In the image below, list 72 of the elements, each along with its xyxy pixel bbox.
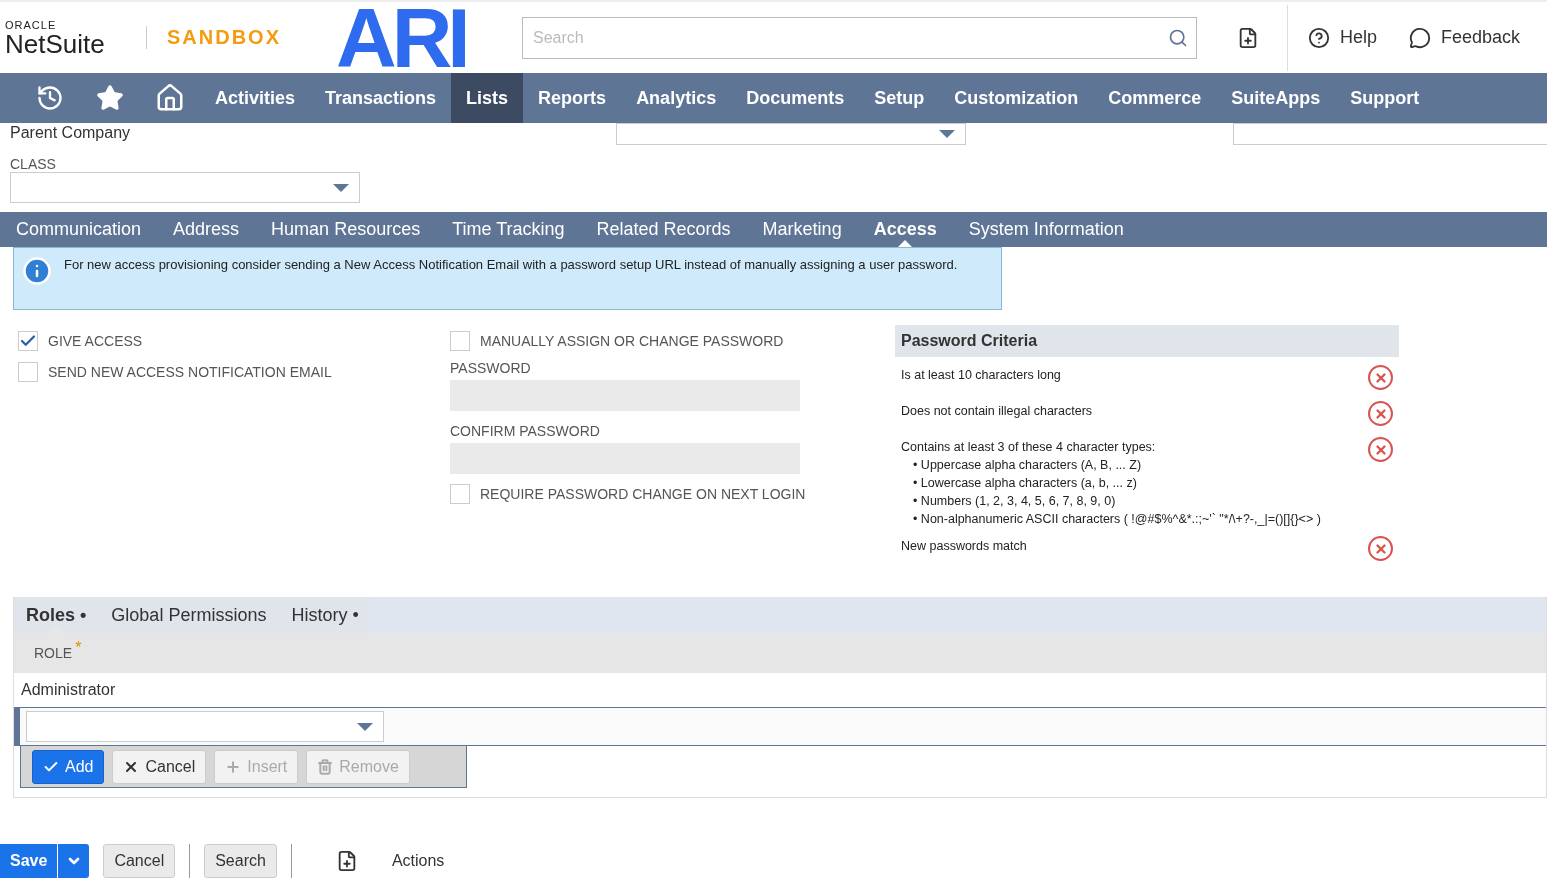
- criteria-text: New passwords match: [901, 539, 1027, 553]
- search-button[interactable]: Search: [204, 844, 277, 878]
- nav-item[interactable]: Documents: [731, 73, 860, 123]
- nav-item[interactable]: Setup: [859, 73, 940, 123]
- checkbox[interactable]: [450, 483, 470, 504]
- checkbox-label: REQUIRE PASSWORD CHANGE ON NEXT LOGIN: [480, 485, 806, 502]
- required-mark: *: [75, 639, 82, 657]
- checkbox-label: MANUALLY ASSIGN OR CHANGE PASSWORD: [480, 332, 784, 349]
- table-cell-text: Administrator: [20, 680, 117, 700]
- help-link[interactable]: Help: [1308, 26, 1378, 49]
- field-label: Parent Company: [10, 124, 132, 143]
- field-label: CLASS: [10, 156, 57, 172]
- criteria-title: Password Criteria: [895, 325, 1399, 357]
- tab[interactable]: Global Permissions: [111, 597, 267, 633]
- criteria-text: Contains at least 3 of these 4 character types:: [901, 440, 1156, 454]
- nav-item[interactable]: SuiteApps: [1216, 73, 1336, 123]
- checkbox-label: GIVE ACCESS: [48, 332, 143, 349]
- field-label: CONFIRM PASSWORD: [450, 423, 601, 439]
- star-icon[interactable]: [96, 84, 124, 112]
- subtab[interactable]: Human Resources: [271, 212, 421, 247]
- brand-name: NetSuite: [5, 30, 106, 57]
- nav-item[interactable]: Support: [1335, 73, 1435, 123]
- actions-menu[interactable]: Actions: [391, 852, 445, 870]
- criteria-bullet: • Numbers (1, 2, 3, 4, 5, 6, 7, 8, 9, 0): [912, 493, 1117, 510]
- criteria-bullet: • Lowercase alpha characters (a, b, ... z): [912, 475, 1138, 492]
- text-field[interactable]: [1233, 123, 1547, 145]
- company-logo: ARI: [336, 2, 466, 73]
- recent-icon[interactable]: [36, 84, 64, 112]
- class-select[interactable]: [10, 172, 360, 203]
- nav-item[interactable]: Lists: [451, 73, 524, 123]
- environment-label: SANDBOX: [146, 26, 281, 49]
- tab[interactable]: History •: [291, 597, 359, 633]
- nav-item[interactable]: Customization: [939, 73, 1094, 123]
- criteria-text: Is at least 10 characters long: [901, 368, 1061, 382]
- subtab[interactable]: Address: [173, 212, 240, 247]
- criteria-bullet: • Uppercase alpha characters (A, B, ... Z): [912, 457, 1143, 474]
- nav-item[interactable]: Transactions: [310, 73, 452, 123]
- speech-bubble-icon: [1409, 26, 1432, 49]
- field-label: PASSWORD: [450, 360, 532, 376]
- new-record-icon[interactable]: [1237, 26, 1259, 49]
- role-select[interactable]: [26, 711, 384, 742]
- nav-item[interactable]: Activities: [200, 73, 311, 123]
- subtab[interactable]: Communication: [16, 212, 142, 247]
- dropdown-arrow-icon: [333, 183, 349, 192]
- home-icon[interactable]: [155, 83, 185, 113]
- nav-item[interactable]: Reports: [523, 73, 622, 123]
- checkbox[interactable]: [18, 361, 38, 382]
- dropdown-arrow-icon: [939, 130, 955, 138]
- checkbox[interactable]: [450, 330, 470, 351]
- criteria-text: Does not contain illegal characters: [901, 404, 1093, 418]
- nav-item[interactable]: Commerce: [1093, 73, 1217, 123]
- checkbox-label: SEND NEW ACCESS NOTIFICATION EMAIL: [48, 363, 332, 380]
- column-header: ROLE: [34, 645, 73, 661]
- help-icon: [1308, 26, 1330, 49]
- subtab[interactable]: Marketing: [762, 212, 842, 247]
- nav-item[interactable]: Analytics: [621, 73, 732, 123]
- dropdown-field[interactable]: [616, 123, 966, 145]
- subtab[interactable]: System Information: [968, 212, 1124, 247]
- subtab[interactable]: Time Tracking: [452, 212, 565, 247]
- criteria-bullet: • Non-alphanumeric ASCII characters ( !@#$%^&*.:;~'` "*/\+?-,_|=()[]{}<> ): [912, 511, 1321, 528]
- subtab[interactable]: Related Records: [596, 212, 731, 247]
- cancel-button[interactable]: Cancel: [112, 749, 207, 784]
- checkbox[interactable]: [18, 330, 38, 351]
- info-message: For new access provisioning consider sending a New Access Notification Email with a password setup URL instead of manually assigning a user password.: [64, 256, 958, 274]
- dropdown-arrow-icon: [357, 722, 373, 731]
- info-icon: [22, 256, 52, 286]
- cancel-button[interactable]: Cancel: [103, 844, 176, 878]
- add-button[interactable]: Add: [32, 749, 105, 784]
- search-icon[interactable]: [1168, 27, 1188, 48]
- feedback-link[interactable]: Feedback: [1409, 26, 1521, 49]
- trash-icon: [317, 758, 334, 775]
- brand-label: ORACLE: [5, 18, 58, 31]
